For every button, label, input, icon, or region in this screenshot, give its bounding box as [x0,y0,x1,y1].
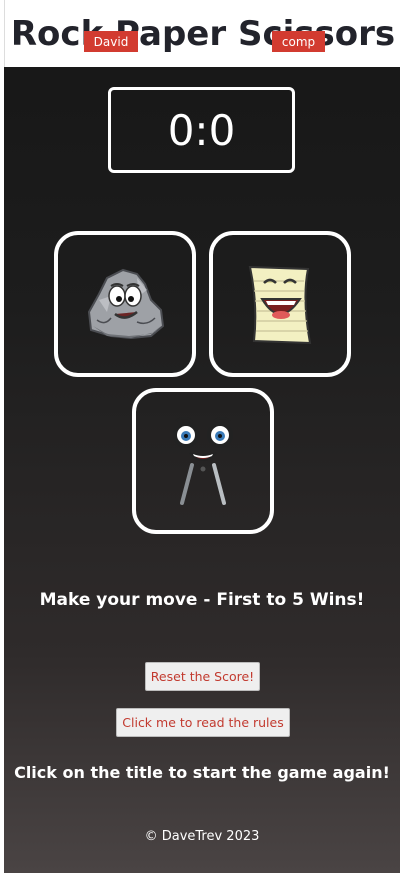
game-page: Rock Paper Scissors 0:0 David comp Make … [4,0,401,873]
paper-choice-button[interactable] [209,231,351,377]
title-bar: Rock Paper Scissors [4,0,401,67]
paper-character-icon [248,265,312,345]
user-badge: David [84,31,138,52]
rock-character-icon [87,268,165,340]
reset-score-button[interactable]: Reset the Score! [145,662,260,691]
rock-choice-button[interactable] [54,231,196,377]
score-display: 0:0 [167,105,236,155]
scissors-choice-button[interactable] [132,388,274,534]
window-edge [400,0,408,873]
game-status-message: Make your move - First to 5 Wins! [39,590,365,610]
restart-hint: Click on the title to start the game aga… [14,763,390,782]
comp-badge: comp [272,31,325,52]
game-title[interactable]: Rock Paper Scissors [11,14,395,54]
read-rules-button[interactable]: Click me to read the rules [116,708,290,737]
scissors-character-icon [173,417,233,505]
footer-copyright: © DaveTrev 2023 [144,829,260,844]
